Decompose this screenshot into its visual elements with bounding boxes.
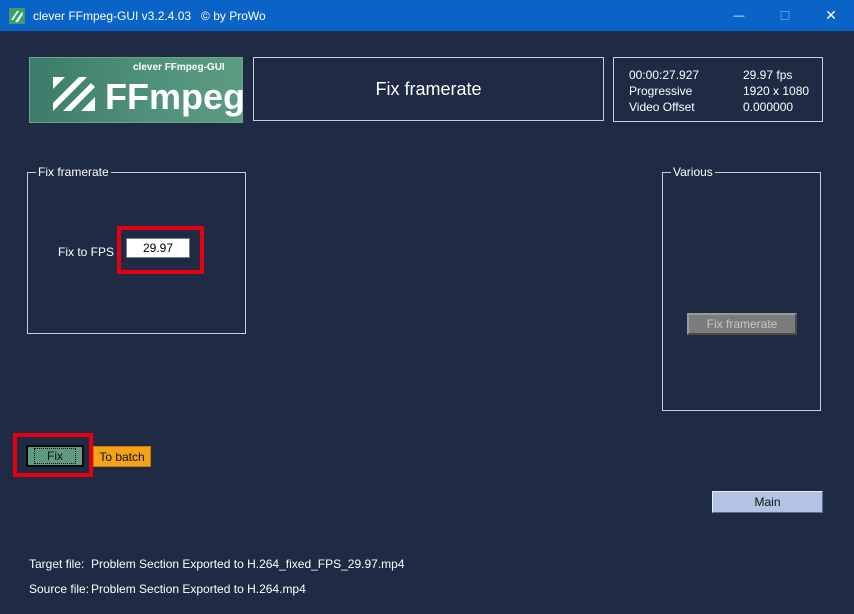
fix-framerate-group: Fix framerate Fix to FPS [27,165,246,334]
minimize-icon: — [733,9,745,22]
ffmpeg-logo: clever FFmpeg-GUI FFmpeg [29,57,245,123]
close-icon: ✕ [825,7,837,23]
fix-to-fps-label: Fix to FPS [58,245,115,259]
window-title: clever FFmpeg-GUI v3.2.4.03 © by ProWo [33,9,266,23]
fix-button-label: Fix [34,448,76,464]
target-file-label: Target file: [29,557,85,571]
video-offset-label: Video Offset [629,100,695,114]
maximize-button[interactable]: ☐ [762,0,808,31]
scan-type: Progressive [629,84,693,98]
page-title: Fix framerate [253,57,604,121]
fix-framerate-button-label: Fix framerate [706,317,778,331]
minimize-button[interactable]: — [716,0,762,31]
app-icon [9,8,25,24]
resolution: 1920 x 1080 [743,84,810,98]
page-title-text: Fix framerate [375,78,482,99]
close-button[interactable]: ✕ [808,0,854,31]
logo-name: FFmpeg [105,76,245,117]
video-info-panel: 00:00:27.927 29.97 fps Progressive 1920 … [613,57,823,122]
title-bar[interactable]: clever FFmpeg-GUI v3.2.4.03 © by ProWo —… [0,0,854,31]
various-group: Various Fix framerate [662,165,821,411]
fix-framerate-button[interactable]: Fix framerate [687,313,797,335]
video-offset-value: 0.000000 [743,100,794,114]
various-legend: Various [671,165,715,179]
main-button-label: Main [754,495,781,509]
main-button[interactable]: Main [712,491,823,513]
source-file-label: Source file: [29,582,90,596]
fps-input[interactable] [126,238,190,258]
fix-framerate-legend: Fix framerate [36,165,111,179]
duration: 00:00:27.927 [629,68,700,82]
to-batch-button[interactable]: To batch [93,446,151,467]
ffmpeg-logo-icon [53,77,95,111]
fps-value: 29.97 fps [743,68,793,82]
to-batch-button-label: To batch [99,449,145,464]
source-file-value: Problem Section Exported to H.264.mp4 [91,582,306,596]
maximize-icon: ☐ [779,8,791,23]
logo-subtitle: clever FFmpeg-GUI [133,62,225,73]
target-file-value: Problem Section Exported to H.264_fixed_… [91,557,405,571]
fix-button[interactable]: Fix [26,445,84,467]
